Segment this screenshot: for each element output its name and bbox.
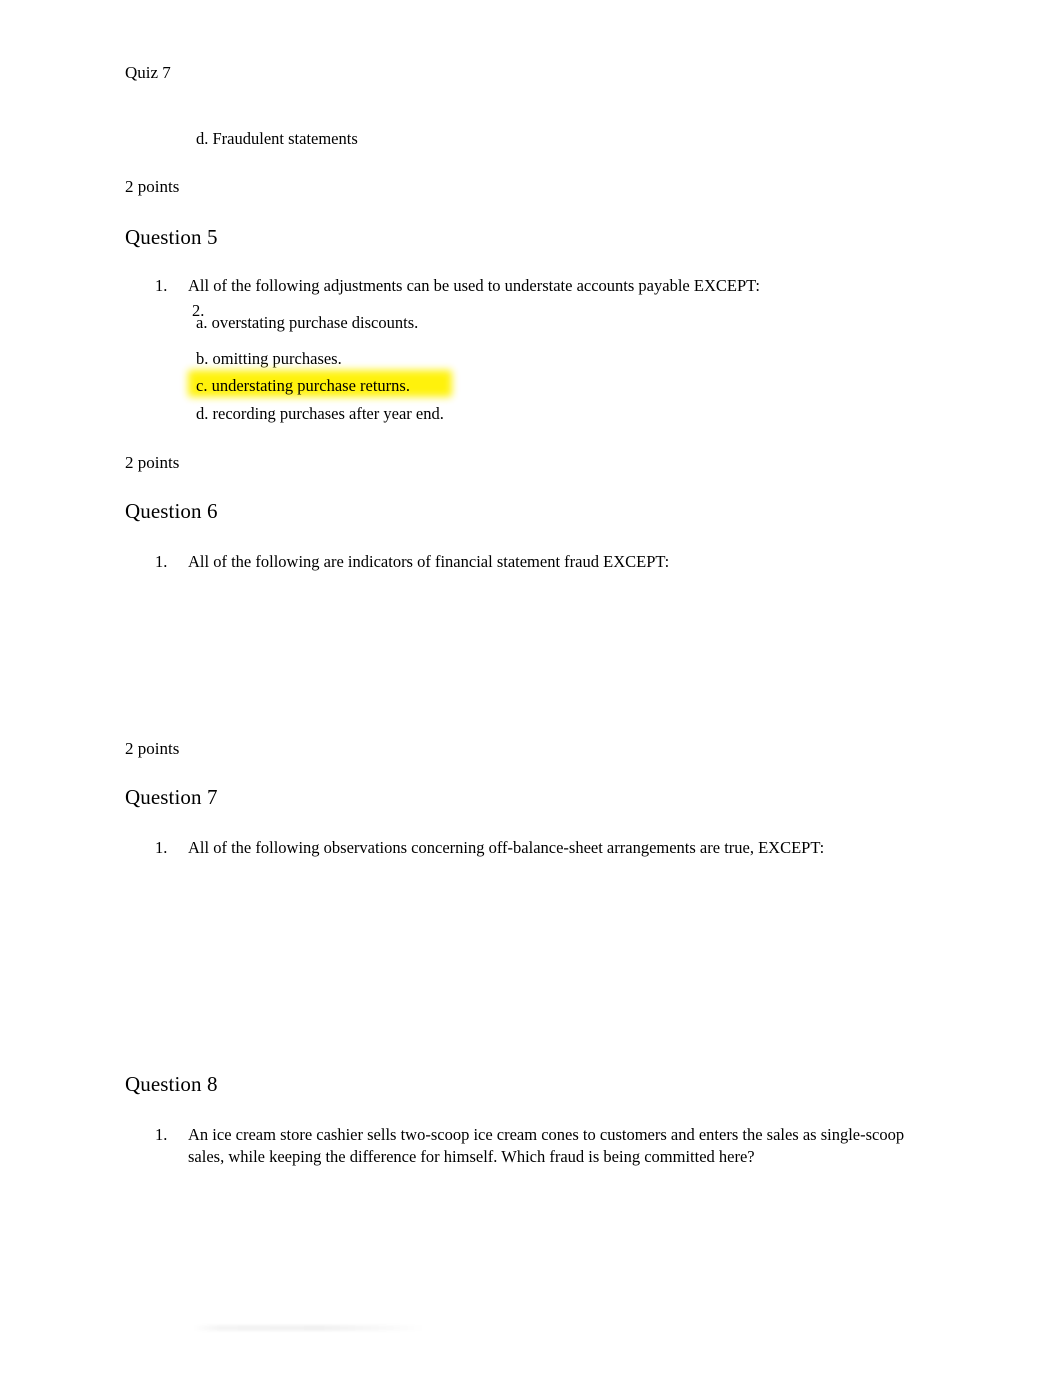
question-5-option-d[interactable]: d. recording purchases after year end. <box>196 403 444 425</box>
question-5-option-a[interactable]: a. overstating purchase discounts. <box>196 312 418 334</box>
question-heading-8: Question 8 <box>125 1072 218 1096</box>
list-marker: 1. <box>155 838 168 857</box>
question-7-prompt-item: 1. All of the following observations con… <box>155 837 975 859</box>
question-heading-5: Question 5 <box>125 225 218 249</box>
page-title: Quiz 7 <box>125 63 171 82</box>
question-8-prompt-item: 1. An ice cream store cashier sells two-… <box>155 1124 930 1167</box>
list-marker: 1. <box>155 1125 168 1144</box>
question-6-prompt: All of the following are indicators of f… <box>188 552 670 571</box>
question-5-option-b[interactable]: b. omitting purchases. <box>196 348 342 370</box>
points-label-q6: 2 points <box>125 739 180 758</box>
question-7-prompt: All of the following observations concer… <box>188 838 825 857</box>
list-marker: 1. <box>155 276 168 295</box>
question-5-prompt: All of the following adjustments can be … <box>188 276 760 295</box>
points-label-q5: 2 points <box>125 453 180 472</box>
question-8-prompt: An ice cream store cashier sells two-sco… <box>188 1125 905 1166</box>
question-6-prompt-item: 1. All of the following are indicators o… <box>155 551 945 573</box>
question-5-prompt-item: 1. All of the following adjustments can … <box>155 275 945 297</box>
page-bottom-artifact <box>193 1325 425 1331</box>
document-page: Quiz 7 d. Fraudulent statements 2 points… <box>0 0 1062 1376</box>
list-marker: 1. <box>155 552 168 571</box>
question-5-option-c[interactable]: c. understating purchase returns. <box>196 375 410 397</box>
points-label-q4: 2 points <box>125 177 180 196</box>
question-heading-6: Question 6 <box>125 499 218 523</box>
orphan-answer-option: d. Fraudulent statements <box>196 129 358 148</box>
question-heading-7: Question 7 <box>125 785 218 809</box>
